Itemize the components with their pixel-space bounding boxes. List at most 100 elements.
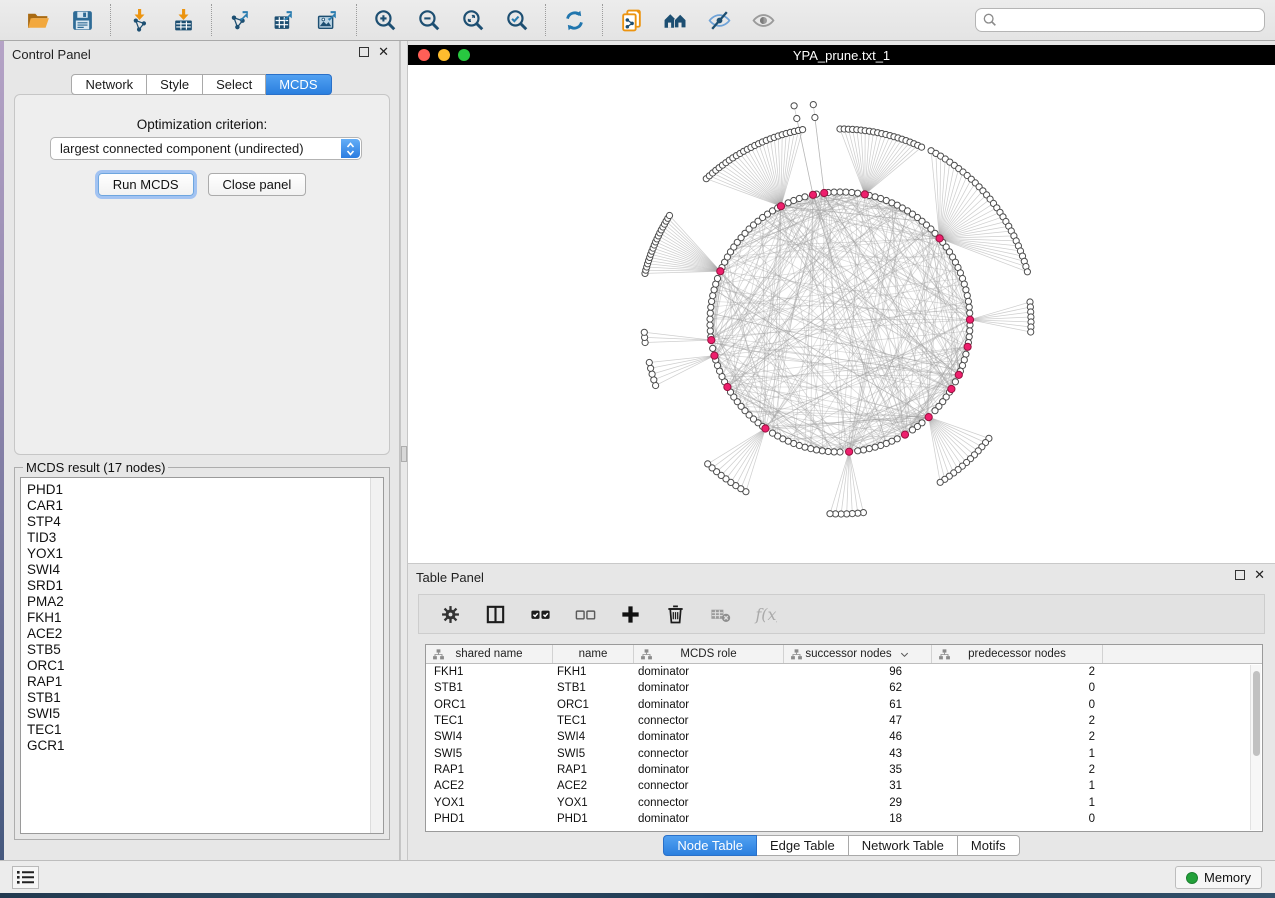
mcds-node[interactable] xyxy=(724,383,731,390)
mcds-result-item[interactable]: FKH1 xyxy=(27,610,383,626)
table-row[interactable]: PHD1PHD1dominator180 xyxy=(426,811,1262,827)
export-network-icon[interactable] xyxy=(225,5,255,35)
network-node[interactable] xyxy=(860,447,866,453)
network-node[interactable] xyxy=(802,194,808,200)
tab-edge-table[interactable]: Edge Table xyxy=(757,835,849,856)
list-scrollbar[interactable] xyxy=(370,478,383,833)
network-node[interactable] xyxy=(966,334,972,340)
network-node[interactable] xyxy=(827,511,833,517)
mcds-node[interactable] xyxy=(948,385,955,392)
network-node[interactable] xyxy=(710,293,716,299)
mcds-result-item[interactable]: PHD1 xyxy=(27,482,383,498)
network-node[interactable] xyxy=(855,448,861,454)
network-window-titlebar[interactable]: YPA_prune.txt_1 xyxy=(408,45,1275,65)
mcds-result-item[interactable]: CAR1 xyxy=(27,498,383,514)
network-node[interactable] xyxy=(666,212,672,218)
network-node[interactable] xyxy=(714,275,720,281)
network-node[interactable] xyxy=(648,365,654,371)
mcds-result-item[interactable]: ORC1 xyxy=(27,658,383,674)
network-node[interactable] xyxy=(843,189,849,195)
mcds-node[interactable] xyxy=(925,414,932,421)
mcds-result-item[interactable]: STB1 xyxy=(27,690,383,706)
split-columns-icon[interactable] xyxy=(480,599,510,629)
close-window-icon[interactable] xyxy=(418,49,430,61)
network-node[interactable] xyxy=(707,310,713,316)
mcds-result-item[interactable]: PMA2 xyxy=(27,594,383,610)
mcds-node[interactable] xyxy=(966,316,973,323)
save-icon[interactable] xyxy=(67,5,97,35)
sort-chevron-icon[interactable] xyxy=(899,649,910,660)
network-node[interactable] xyxy=(831,189,837,195)
settings-icon[interactable] xyxy=(435,599,465,629)
mcds-result-item[interactable]: STP4 xyxy=(27,514,383,530)
column-header-predecessor-nodes[interactable]: predecessor nodes xyxy=(932,645,1103,663)
mcds-result-item[interactable]: SRD1 xyxy=(27,578,383,594)
mcds-node[interactable] xyxy=(861,191,868,198)
float-panel-icon[interactable] xyxy=(359,47,369,57)
network-node[interactable] xyxy=(810,102,816,108)
close-panel-button[interactable]: Close panel xyxy=(208,173,307,196)
network-node[interactable] xyxy=(967,328,973,334)
network-node[interactable] xyxy=(649,371,655,377)
close-panel-icon[interactable]: ✕ xyxy=(378,47,389,57)
import-network-icon[interactable] xyxy=(124,5,154,35)
search-input[interactable] xyxy=(975,8,1265,32)
network-node[interactable] xyxy=(707,328,713,334)
network-node[interactable] xyxy=(866,446,872,452)
tab-mcds[interactable]: MCDS xyxy=(266,74,331,95)
home-icon[interactable] xyxy=(660,5,690,35)
table-row[interactable]: YOX1YOX1connector291 xyxy=(426,794,1262,810)
network-node[interactable] xyxy=(794,115,800,121)
mcds-node[interactable] xyxy=(846,448,853,455)
mcds-node[interactable] xyxy=(809,191,816,198)
network-node[interactable] xyxy=(791,103,797,109)
zoom-window-icon[interactable] xyxy=(458,49,470,61)
mcds-result-item[interactable]: ACE2 xyxy=(27,626,383,642)
preview-icon[interactable] xyxy=(748,5,778,35)
mcds-result-list[interactable]: PHD1CAR1STP4TID3YOX1SWI4SRD1PMA2FKH1ACE2… xyxy=(20,477,384,834)
network-node[interactable] xyxy=(819,448,825,454)
mcds-node[interactable] xyxy=(708,337,715,344)
run-mcds-button[interactable]: Run MCDS xyxy=(98,173,194,196)
network-node[interactable] xyxy=(965,298,971,304)
table-row[interactable]: SWI5SWI5connector431 xyxy=(426,745,1262,761)
network-node[interactable] xyxy=(641,329,647,335)
network-canvas[interactable] xyxy=(408,65,1275,563)
network-node[interactable] xyxy=(825,448,831,454)
close-table-panel-icon[interactable]: ✕ xyxy=(1254,570,1265,580)
delete-column-icon[interactable] xyxy=(660,599,690,629)
mcds-node[interactable] xyxy=(964,343,971,350)
table-row[interactable]: RAP1RAP1dominator352 xyxy=(426,762,1262,778)
clone-network-icon[interactable] xyxy=(616,5,646,35)
network-node[interactable] xyxy=(919,144,925,150)
network-node[interactable] xyxy=(932,408,938,414)
network-node[interactable] xyxy=(831,449,837,455)
scrollbar-thumb[interactable] xyxy=(1253,671,1260,756)
network-node[interactable] xyxy=(964,293,970,299)
mcds-result-item[interactable]: RAP1 xyxy=(27,674,383,690)
network-node[interactable] xyxy=(1028,329,1034,335)
table-row[interactable]: FKH1FKH1dominator962 xyxy=(426,664,1262,680)
network-node[interactable] xyxy=(707,322,713,328)
network-node[interactable] xyxy=(855,190,861,196)
network-node[interactable] xyxy=(710,345,716,351)
table-row[interactable]: SWI4SWI4dominator462 xyxy=(426,729,1262,745)
network-node[interactable] xyxy=(909,427,915,433)
deselect-all-icon[interactable] xyxy=(570,599,600,629)
network-node[interactable] xyxy=(966,304,972,310)
column-header-name[interactable]: name xyxy=(553,645,634,663)
mcds-result-item[interactable]: SWI4 xyxy=(27,562,383,578)
column-header-MCDS-role[interactable]: MCDS role xyxy=(634,645,784,663)
mcds-node[interactable] xyxy=(955,371,962,378)
network-node[interactable] xyxy=(808,446,814,452)
table-row[interactable]: ACE2ACE2connector311 xyxy=(426,778,1262,794)
zoom-out-icon[interactable] xyxy=(414,5,444,35)
tab-network-table[interactable]: Network Table xyxy=(849,835,958,856)
table-row[interactable]: ORC1ORC1dominator610 xyxy=(426,697,1262,713)
refresh-layout-icon[interactable] xyxy=(559,5,589,35)
splitter-grip-handle[interactable] xyxy=(401,446,407,462)
network-node[interactable] xyxy=(963,287,969,293)
tab-style[interactable]: Style xyxy=(147,74,203,95)
export-table-icon[interactable] xyxy=(269,5,299,35)
column-header-shared-name[interactable]: shared name xyxy=(426,645,553,663)
